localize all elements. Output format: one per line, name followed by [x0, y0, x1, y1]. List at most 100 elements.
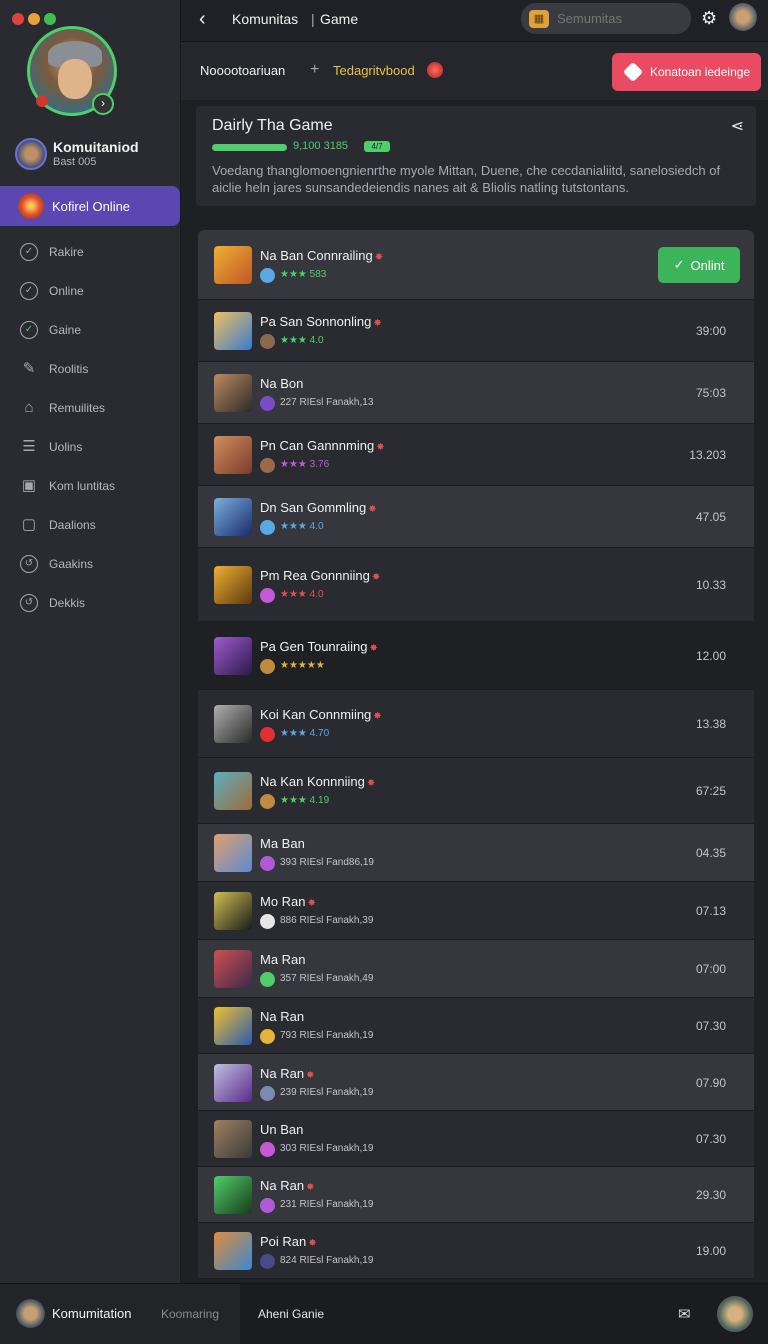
list-item[interactable]: Ma Ran 357 RIEsl Fanakh,49 07:00 [198, 940, 754, 998]
maximize-window-button[interactable] [44, 13, 56, 25]
game-title: Na Ban Connrailing ✸ [260, 248, 384, 263]
game-time: 07:00 [695, 962, 726, 976]
chevron-right-icon[interactable]: › [92, 93, 114, 115]
list-item[interactable]: Na Ran ✸ 231 RIEsl Fanakh,19 29.30 [198, 1167, 754, 1223]
minimize-window-button[interactable] [28, 13, 40, 25]
list-item[interactable]: Mo Ran ✸ 886 RIEsl Fanakh,39 07.13 [198, 882, 754, 940]
list-icon: ☰ [22, 437, 36, 455]
game-title: Koi Kan Connmiing ✸ [260, 707, 382, 722]
avatar[interactable] [729, 3, 757, 31]
plus-icon[interactable]: + [310, 61, 319, 79]
progress-badge: 4/7 [364, 141, 390, 152]
badge-icon: ✸ [376, 442, 385, 453]
list-item[interactable]: Poi Ran ✸ 824 RIEsl Fanakh,19 19.00 [198, 1223, 754, 1279]
back-arrow-icon[interactable]: ‹ [199, 8, 206, 31]
game-meta: ★★★ 583 [280, 269, 327, 280]
sidebar-item-rakire[interactable]: ✓ Rakire [0, 232, 180, 271]
profile-name: Komuitaniod [53, 139, 139, 155]
list-item[interactable]: Koi Kan Connmiing ✸ ★★★ 4.70 13.38 [198, 690, 754, 758]
sidebar-item-label: Kofirel Online [52, 198, 131, 214]
game-meta: 303 RIEsl Fanakh,19 [280, 1143, 374, 1154]
list-item[interactable]: Na Ban Connrailing ✸ ★★★ 583 ✓ Onlint [198, 230, 754, 300]
list-item[interactable]: Na Bon 227 RIEsl Fanakh,13 75:03 [198, 362, 754, 424]
online-button[interactable]: ✓ Onlint [658, 247, 740, 283]
sidebar-item-komluntitas[interactable]: ▣ Kom luntitas [0, 466, 180, 505]
list-item[interactable]: Pa San Sonnonling ✸ ★★★ 4.0 39:00 [198, 300, 754, 362]
sidebar-item-gaakins[interactable]: ↺ Gaakins [0, 544, 180, 583]
progress-bar [212, 144, 287, 151]
avatar[interactable] [717, 1296, 753, 1332]
list-item[interactable]: Pn Can Gannnming ✸ ★★★ 3.76 13.203 [198, 424, 754, 486]
bottom-profile-name[interactable]: Komumitation [52, 1306, 131, 1321]
sidebar: › Komuitaniod Bast 005 Kofirel Online ✓ R… [0, 0, 181, 1283]
share-icon[interactable]: ⋖ [731, 116, 744, 136]
breadcrumb-game[interactable]: Game [320, 11, 358, 27]
list-item[interactable]: Pm Rea Gonnniing ✸ ★★★ 4.0 10.33 [198, 548, 754, 622]
circle-check-icon: ✓ [20, 281, 38, 300]
gear-icon[interactable]: ⚙ [701, 8, 717, 29]
game-meta: 824 RIEsl Fanakh,19 [280, 1255, 374, 1266]
notification-dot [36, 95, 48, 107]
list-item[interactable]: Dn San Gommling ✸ ★★★ 4.0 47.05 [198, 486, 754, 548]
sidebar-item-online[interactable]: ✓ Online [0, 271, 180, 310]
game-meta: ★★★ 3.76 [280, 459, 330, 470]
search-box[interactable]: ▦ [521, 3, 691, 34]
game-title: Na Ran ✸ [260, 1065, 315, 1081]
briefcase-icon: ▣ [21, 476, 37, 494]
sub-header: Nooootoariuan + Tedagritvbood Konatoan i… [181, 42, 768, 100]
profile-summary[interactable]: Komuitaniod Bast 005 [15, 138, 139, 170]
meta-icon [260, 458, 275, 473]
meta-icon [260, 1254, 275, 1269]
sidebar-item-uolins[interactable]: ☰ Uolins [0, 427, 180, 466]
list-item[interactable]: Na Ran ✸ 239 RIEsl Fanakh,19 07.90 [198, 1054, 754, 1111]
search-input[interactable] [557, 11, 677, 26]
profile-subtitle: Bast 005 [53, 156, 97, 168]
game-title: Pa Gen Tounraiing ✸ [260, 639, 378, 654]
meta-icon [260, 1085, 275, 1101]
sidebar-item-daalions[interactable]: ▢ Daalions [0, 505, 180, 544]
game-title: Pn Can Gannnming ✸ [260, 438, 385, 453]
game-meta: ★★★ 4.19 [280, 795, 330, 806]
sidebar-item-gaine[interactable]: ✓ Gaine [0, 310, 180, 349]
diamond-icon [622, 61, 644, 83]
badge-icon: ✸ [308, 1238, 317, 1249]
list-item[interactable]: Na Kan Konnniing ✸ ★★★ 4.19 67:25 [198, 758, 754, 824]
close-window-button[interactable] [12, 13, 24, 25]
game-thumbnail [214, 246, 252, 284]
meta-icon [260, 268, 275, 283]
online-button-label: Onlint [690, 257, 725, 273]
sidebar-item-dekkis[interactable]: ↺ Dekkis [0, 583, 180, 622]
game-meta: 227 RIEsl Fanakh,13 [280, 397, 374, 408]
list-item[interactable]: Un Ban 303 RIEsl Fanakh,19 07.30 [198, 1111, 754, 1167]
message-icon[interactable]: ✉ [678, 1305, 691, 1323]
badge-icon: ✸ [373, 318, 382, 329]
sidebar-item-remuilites[interactable]: ⌂ Remuilites [0, 388, 180, 427]
circle-arrow-icon: ↺ [20, 593, 38, 612]
list-item[interactable]: Na Ran 793 RIEsl Fanakh,19 07.30 [198, 998, 754, 1054]
meta-icon [260, 588, 275, 603]
avatar[interactable] [16, 1299, 45, 1328]
game-title: Pa San Sonnonling ✸ [260, 314, 382, 329]
meta-icon [260, 794, 275, 809]
game-time: 75:03 [695, 386, 726, 400]
intro-card: Dairly Tha Game ⋖ 9,100 3185 4/7 Voedang… [196, 106, 756, 206]
badge-icon: ✸ [366, 778, 376, 789]
game-time: 39:00 [695, 324, 726, 338]
game-icon [18, 193, 44, 219]
tab-koomaring[interactable]: Koomaring [161, 1307, 219, 1321]
list-item[interactable]: Pa Gen Tounraiing ✸ ★★★★★ 12.00 [198, 622, 754, 690]
sidebar-item-label: Roolitis [49, 361, 89, 376]
breadcrumb-komunitas[interactable]: Komunitas [232, 11, 298, 27]
treasure-chest-icon: ▦ [529, 9, 549, 28]
sidebar-item-active[interactable]: Kofirel Online [0, 186, 180, 226]
meta-icon [260, 972, 275, 987]
join-button[interactable]: Konatoan iedeinge [612, 53, 761, 91]
game-time: 07.13 [695, 904, 726, 918]
game-thumbnail [214, 892, 252, 930]
sidebar-item-label: Gaine [49, 322, 82, 337]
app-window: › Komuitaniod Bast 005 Kofirel Online ✓ R… [0, 0, 768, 1344]
list-item[interactable]: Ma Ban 393 RIEsl Fand86,19 04.35 [198, 824, 754, 882]
community-tag[interactable]: Tedagritvbood [333, 63, 415, 78]
sidebar-item-roolitis[interactable]: ✎ Roolitis [0, 349, 180, 388]
game-time: 13.38 [695, 717, 726, 731]
